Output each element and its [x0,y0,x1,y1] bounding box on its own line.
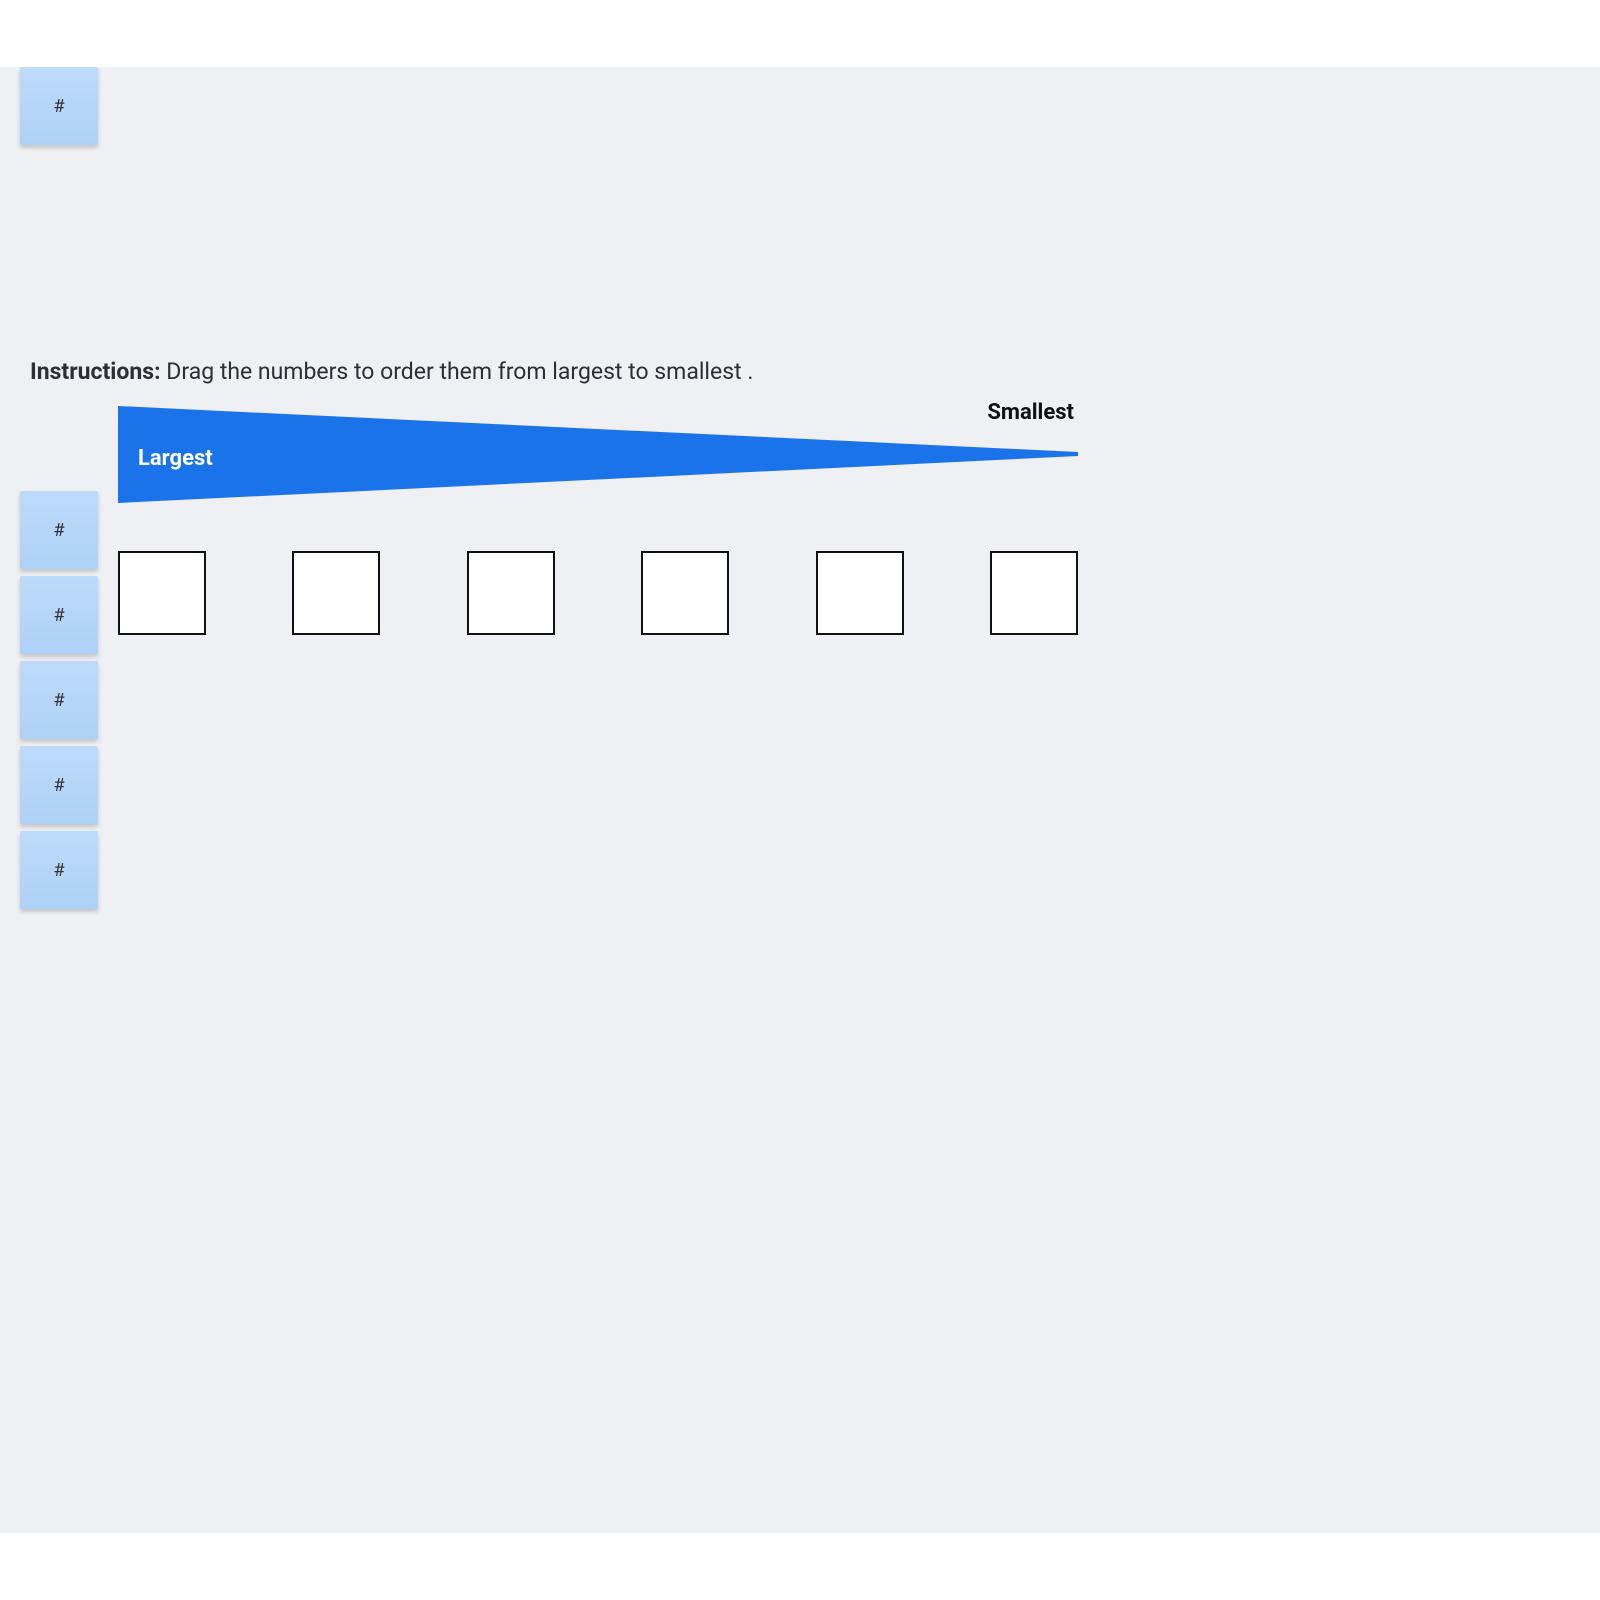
instructions-line: Instructions: Drag the numbers to order … [30,357,753,387]
drop-slot[interactable] [641,551,729,635]
number-tile[interactable]: # [20,576,98,654]
tile-label: # [53,860,64,881]
drop-slot[interactable] [292,551,380,635]
tile-label: # [53,96,64,117]
activity-panel: Instructions: Drag the numbers to order … [0,67,1600,1533]
number-tile[interactable]: # [20,491,98,569]
drop-slot[interactable] [990,551,1078,635]
tile-label: # [53,690,64,711]
number-tile[interactable]: # [20,661,98,739]
instructions-text: Drag the numbers to order them from larg… [166,358,753,385]
scale-label-largest: Largest [138,446,213,471]
tile-label: # [53,775,64,796]
drop-slot[interactable] [467,551,555,635]
scale-label-smallest: Smallest [987,400,1074,425]
instructions-label: Instructions: [30,358,161,385]
drop-row [118,551,1078,635]
tile-label: # [53,520,64,541]
drop-slot[interactable] [118,551,206,635]
wedge-icon [118,406,1078,503]
number-tile[interactable]: # [20,746,98,824]
tile-label: # [53,605,64,626]
number-tile[interactable]: # [20,831,98,909]
number-tile[interactable]: # [20,67,98,145]
scale-banner: Largest Smallest [118,406,1078,503]
drop-slot[interactable] [816,551,904,635]
